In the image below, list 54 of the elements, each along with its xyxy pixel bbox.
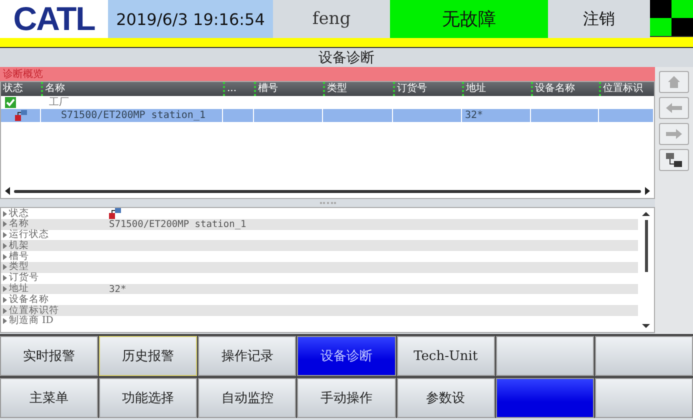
- property-label: 位置标识符: [9, 306, 60, 316]
- column-header[interactable]: 类型: [323, 82, 393, 96]
- property-label: 名称: [9, 219, 29, 230]
- nav-button[interactable]: 历史报警: [99, 336, 198, 376]
- nav-button[interactable]: 手动操作: [297, 378, 396, 418]
- nav-button[interactable]: [594, 336, 693, 376]
- scrollbar[interactable]: [14, 190, 641, 192]
- scroll-right-icon[interactable]: [645, 187, 650, 195]
- nav-button[interactable]: [496, 378, 594, 418]
- property-label: 运行状态: [9, 230, 50, 240]
- checker-icon: [650, 0, 693, 36]
- right-arrow-icon: [666, 129, 682, 139]
- nav-button[interactable]: 实时报警: [0, 336, 98, 376]
- column-header[interactable]: 设备名称: [531, 82, 599, 96]
- home-icon: [667, 75, 681, 89]
- scroll-down-icon[interactable]: [642, 324, 650, 328]
- property-label: 槽号: [9, 252, 30, 262]
- column-header[interactable]: ...: [223, 82, 254, 96]
- nav-button[interactable]: Tech-Unit: [396, 336, 495, 376]
- nav-button[interactable]: 主菜单: [0, 378, 98, 418]
- property-label: 类型: [9, 262, 29, 272]
- fault-status: 无故障: [390, 0, 548, 38]
- column-header[interactable]: 状态: [1, 82, 41, 96]
- scrollbar[interactable]: [644, 220, 648, 272]
- nav-button[interactable]: 参数设: [396, 378, 495, 418]
- nav-button[interactable]: 操作记录: [198, 336, 296, 376]
- property-label: 制造商 ID: [9, 316, 54, 326]
- scroll-up-icon[interactable]: [642, 212, 650, 216]
- property-label: 地址: [9, 284, 30, 294]
- column-header[interactable]: 订货号: [393, 82, 462, 96]
- logo: CATL: [0, 0, 108, 38]
- nav-button[interactable]: [496, 336, 594, 376]
- property-value: S71500/ET200MP station_1: [109, 218, 246, 230]
- tree-icon: [665, 152, 683, 168]
- datetime: 2019/6/3 19:16:54: [108, 0, 273, 38]
- table-cell: S71500/ET200MP station_1: [41, 109, 223, 122]
- property-value: 32*: [109, 284, 126, 295]
- nav-button[interactable]: 设备诊断: [297, 336, 396, 376]
- panel-title: 诊断概览: [0, 67, 655, 81]
- left-arrow-icon: [666, 103, 682, 113]
- property-label: 订货号: [9, 273, 40, 284]
- property-label: 机架: [9, 240, 30, 251]
- nav-button[interactable]: [594, 378, 693, 418]
- column-header[interactable]: 槽号: [254, 82, 323, 96]
- property-label: 设备名称: [9, 294, 50, 305]
- table-row[interactable]: S71500/ET200MP station_1 32*: [1, 109, 654, 122]
- column-header[interactable]: 地址: [462, 82, 531, 96]
- scroll-left-icon[interactable]: [5, 187, 10, 195]
- column-header[interactable]: 名称: [41, 82, 223, 96]
- table-cell-text: 32*: [464, 109, 484, 122]
- nav-button[interactable]: 功能选择: [99, 378, 198, 418]
- splitter-handle[interactable]: [320, 202, 336, 204]
- tree-view-button[interactable]: [659, 149, 689, 171]
- nav-button[interactable]: 自动监控: [198, 378, 296, 418]
